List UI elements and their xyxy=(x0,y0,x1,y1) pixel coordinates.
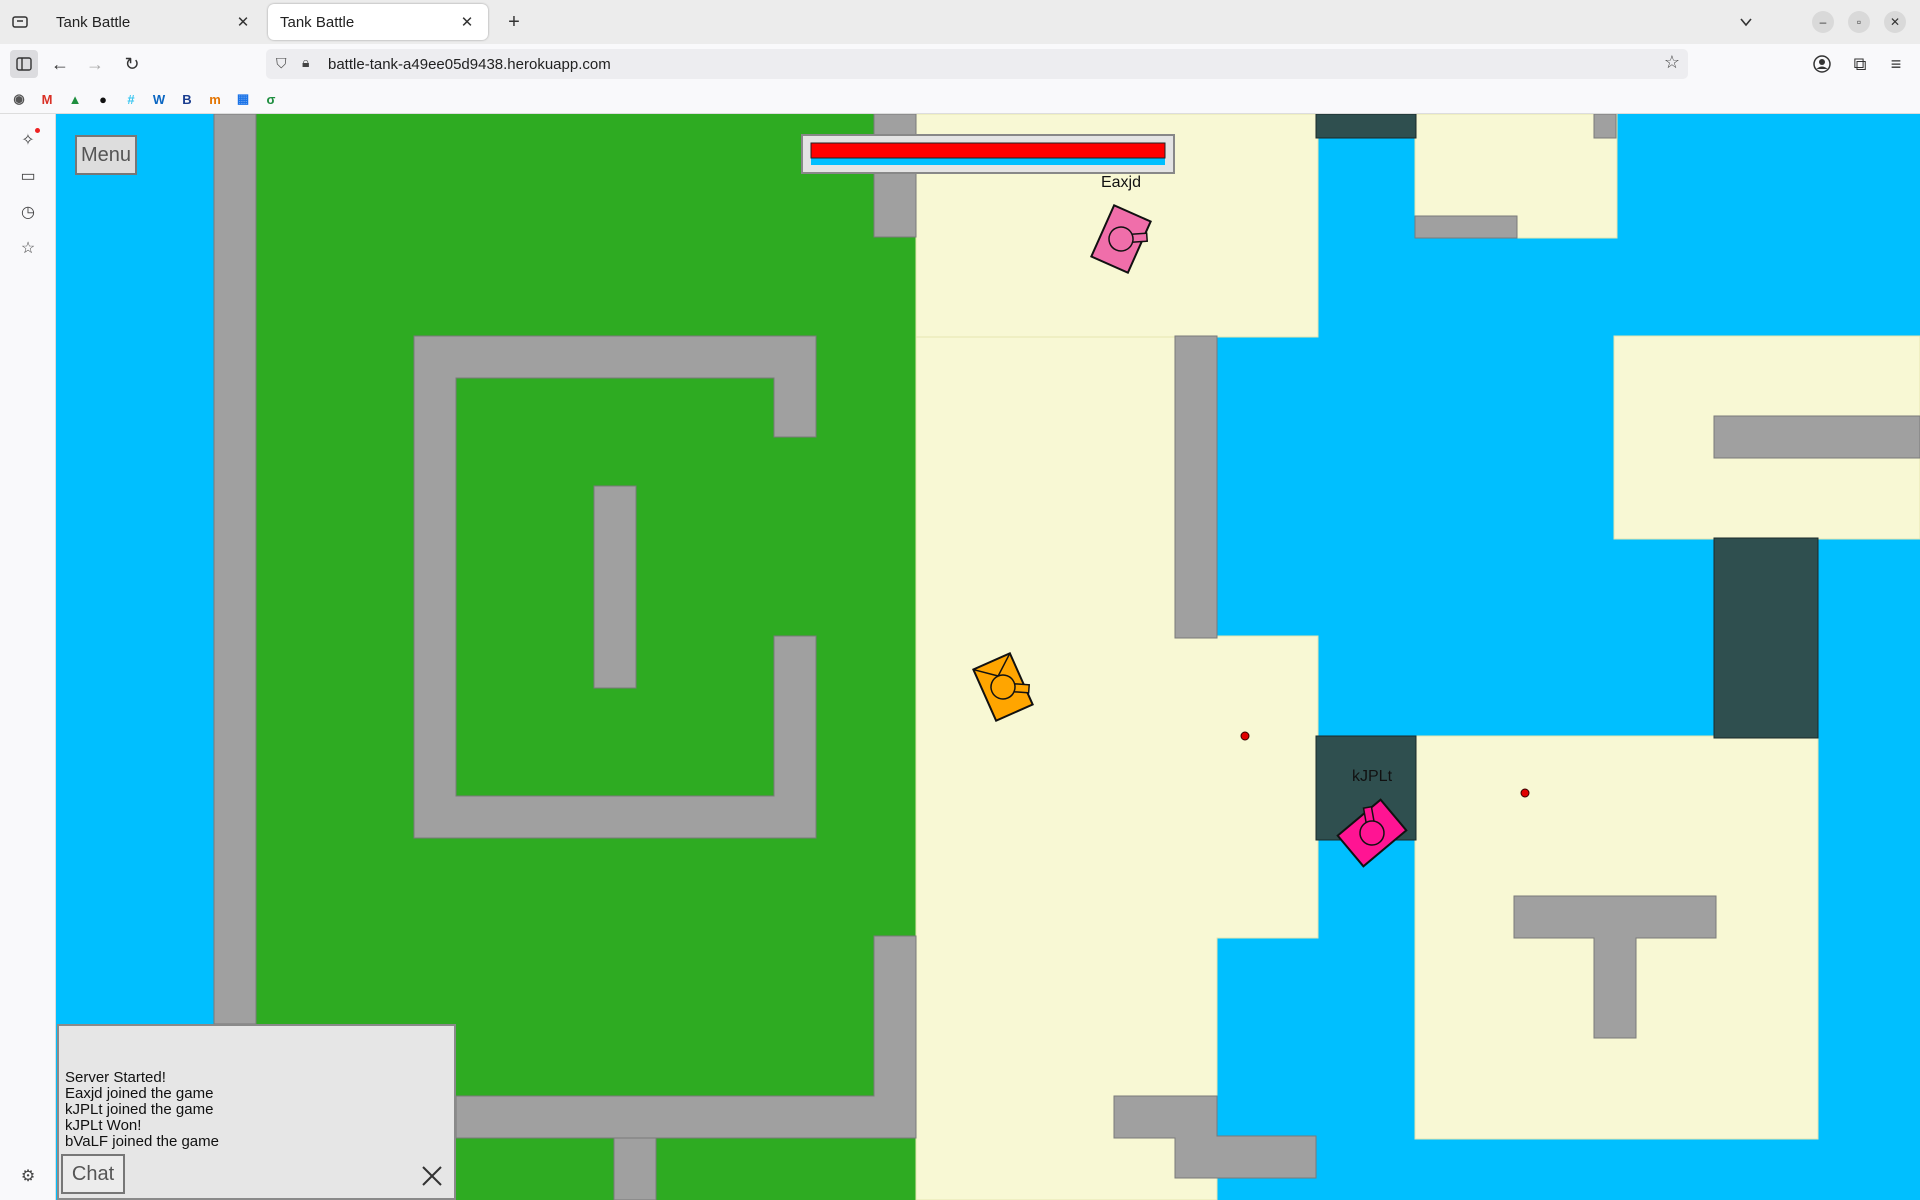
url-bar[interactable]: ⛉ 🔒︎ battle-tank-a49ee05d9438.herokuapp.… xyxy=(266,49,1688,79)
menu-button[interactable]: Menu xyxy=(75,135,137,175)
calendar-icon[interactable]: ▦ xyxy=(234,90,252,108)
github-icon[interactable]: ● xyxy=(94,90,112,108)
wall xyxy=(1174,335,1218,639)
ai-sparkle-icon[interactable]: ✧ xyxy=(16,128,40,152)
m-icon[interactable]: m xyxy=(206,90,224,108)
close-window-icon[interactable]: ✕ xyxy=(1884,11,1906,33)
wall xyxy=(873,114,917,238)
chat-message: kJPLt joined the game xyxy=(65,1101,214,1118)
wall xyxy=(613,1137,657,1200)
game-canvas[interactable]: Menu Eaxjd kJPLt Server Started! Eaxjd j… xyxy=(56,114,1920,1200)
w-icon[interactable]: W xyxy=(150,90,168,108)
browser-sidebar: ✧ ▭ ◷ ☆ ⚙ xyxy=(0,114,56,1200)
link-icon[interactable]: σ xyxy=(262,90,280,108)
sidebar-toggle-icon[interactable] xyxy=(10,50,38,78)
bullet xyxy=(1520,788,1530,798)
health-bar-fill xyxy=(810,142,1166,159)
chrome-icon[interactable]: ◉ xyxy=(10,90,28,108)
drive-icon[interactable]: ▲ xyxy=(66,90,84,108)
tab-tank-battle-2[interactable]: Tank Battle ✕ xyxy=(268,4,488,40)
close-icon[interactable]: ✕ xyxy=(458,13,476,31)
chat-button[interactable]: Chat xyxy=(61,1154,125,1194)
tab-bar: Tank Battle ✕ Tank Battle ✕ + – ▫ ✕ xyxy=(0,0,1920,44)
bookmarks-bar: ◉ M ▲ ● # W B m ▦ σ xyxy=(0,84,1920,114)
b-icon[interactable]: B xyxy=(178,90,196,108)
synced-tabs-icon[interactable]: ▭ xyxy=(16,164,40,188)
history-icon[interactable]: ◷ xyxy=(16,200,40,224)
chat-message: bVaLF joined the game xyxy=(65,1133,219,1150)
new-tab-button[interactable]: + xyxy=(502,10,526,34)
chat-message: Eaxjd joined the game xyxy=(65,1085,214,1102)
wall xyxy=(1713,415,1920,459)
url-text[interactable]: battle-tank-a49ee05d9438.herokuapp.com xyxy=(328,56,611,73)
tab-overview-icon[interactable] xyxy=(8,10,32,34)
gear-icon[interactable]: ⚙ xyxy=(16,1164,40,1188)
chat-message: kJPLt Won! xyxy=(65,1117,142,1134)
chat-message: Server Started! xyxy=(65,1069,166,1086)
restore-icon[interactable]: ▫ xyxy=(1848,11,1870,33)
back-icon[interactable]: ← xyxy=(46,50,74,78)
close-icon[interactable]: ✕ xyxy=(234,13,252,31)
wall xyxy=(1593,114,1617,139)
health-bar xyxy=(801,134,1175,174)
hamburger-menu-icon[interactable]: ≡ xyxy=(1882,50,1910,78)
bullet xyxy=(1240,731,1250,741)
wall xyxy=(593,485,637,689)
lock-icon[interactable]: 🔒︎ xyxy=(302,54,309,71)
gmail-icon[interactable]: M xyxy=(38,90,56,108)
tab-title: Tank Battle xyxy=(56,13,131,31)
bookmarks-icon[interactable]: ☆ xyxy=(16,236,40,260)
slack-icon[interactable]: # xyxy=(122,90,140,108)
forward-icon[interactable]: → xyxy=(81,50,109,78)
minimize-icon[interactable]: – xyxy=(1812,11,1834,33)
chat-log: Server Started! Eaxjd joined the game kJ… xyxy=(65,1070,219,1150)
close-icon[interactable] xyxy=(420,1164,444,1188)
tab-title: Tank Battle xyxy=(280,13,355,31)
wall xyxy=(1414,215,1518,239)
chat-panel: Server Started! Eaxjd joined the game kJ… xyxy=(57,1024,456,1200)
shield-icon[interactable]: ⛉ xyxy=(276,55,287,72)
navigation-bar: ← → ↻ ⛉ 🔒︎ battle-tank-a49ee05d9438.hero… xyxy=(0,44,1920,84)
account-icon[interactable] xyxy=(1808,50,1836,78)
wall xyxy=(213,114,257,1025)
chevron-down-icon[interactable] xyxy=(1734,10,1758,34)
extensions-icon[interactable]: ⧉ xyxy=(1846,50,1874,78)
reload-icon[interactable]: ↻ xyxy=(118,50,146,78)
dark-block xyxy=(1315,114,1417,139)
player-name-label: Eaxjd xyxy=(1100,174,1142,191)
tab-tank-battle-1[interactable]: Tank Battle ✕ xyxy=(44,4,264,40)
dark-block xyxy=(1713,537,1819,739)
player-name-label: kJPLt xyxy=(1351,768,1393,785)
bookmark-star-icon[interactable]: ☆ xyxy=(1664,52,1680,73)
sand-region xyxy=(915,114,1319,1200)
